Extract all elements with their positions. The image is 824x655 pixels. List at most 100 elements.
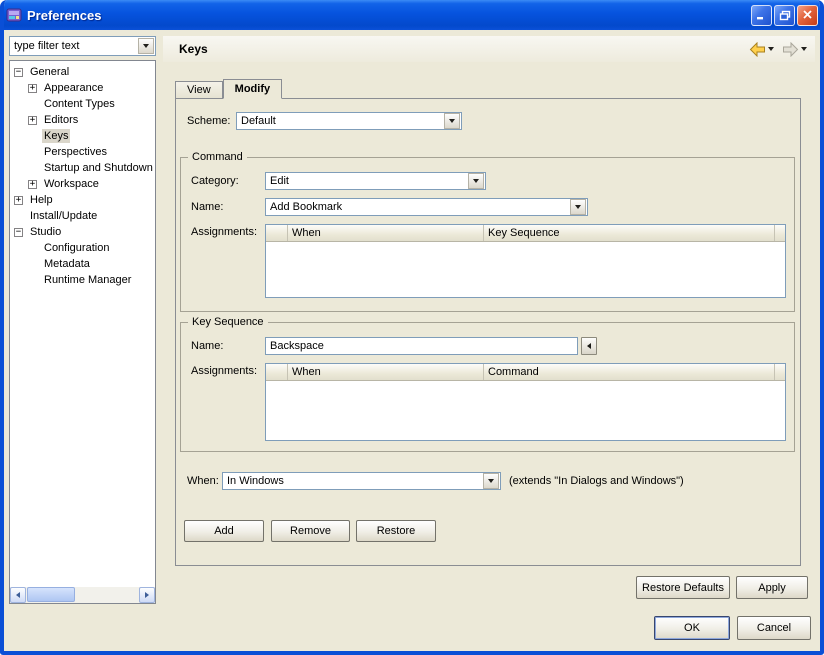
- tree-item-keys[interactable]: Keys: [10, 128, 155, 144]
- tree-item-label: Configuration: [42, 241, 111, 255]
- preferences-window-icon: [6, 7, 22, 23]
- collapse-icon[interactable]: −: [14, 68, 23, 77]
- command-name-combo-value: Add Bookmark: [266, 201, 569, 213]
- assignments-header-spacer: [266, 364, 288, 380]
- restore-button-action[interactable]: Restore: [356, 520, 436, 542]
- tree-item-label: Editors: [42, 113, 80, 127]
- restore-button[interactable]: [774, 5, 795, 26]
- restore-icon: [779, 10, 791, 21]
- key-sequence-assignments-header: When Command: [266, 364, 785, 381]
- main-panel: Keys V: [163, 36, 815, 604]
- titlebar[interactable]: Preferences: [0, 0, 824, 30]
- tree-item-startup-and-shutdown[interactable]: Startup and Shutdown: [10, 160, 155, 176]
- command-group: Command Category: Edit Name: Add Bookma: [180, 157, 795, 312]
- tree-item-label: Runtime Manager: [42, 273, 133, 287]
- expand-icon[interactable]: +: [28, 116, 37, 125]
- tree-item-appearance[interactable]: +Appearance: [10, 80, 155, 96]
- command-keysequence-column-header[interactable]: Key Sequence: [484, 225, 775, 241]
- key-sequence-command-column-header[interactable]: Command: [484, 364, 775, 380]
- tree-item-workspace[interactable]: + Workspace: [10, 176, 155, 192]
- tree-item-label: Perspectives: [42, 145, 109, 159]
- minimize-button[interactable]: [751, 5, 772, 26]
- scrollbar-thumb[interactable]: [27, 587, 75, 602]
- sidebar: type filter text −General+AppearanceCont…: [9, 36, 156, 604]
- tree-panel: −General+AppearanceContent Types + Editors…: [9, 60, 156, 604]
- filter-combo-arrow-icon[interactable]: [138, 38, 154, 54]
- tree-item-general[interactable]: −General: [10, 64, 155, 80]
- key-sequence-group-title: Key Sequence: [188, 316, 268, 328]
- category-combo-arrow-icon[interactable]: [468, 173, 484, 189]
- restore-defaults-button[interactable]: Restore Defaults: [636, 576, 730, 599]
- remove-button[interactable]: Remove: [271, 520, 350, 542]
- key-sequence-assignments-body[interactable]: [266, 381, 785, 440]
- panel-footer: Restore Defaults Apply: [163, 576, 815, 599]
- tree-item-label: Workspace: [42, 177, 101, 191]
- minimize-icon: [756, 10, 767, 20]
- command-assignments-label: Assignments:: [191, 224, 265, 238]
- tree-item-metadata[interactable]: Metadata: [10, 256, 155, 272]
- tree-item-install-update[interactable]: Install/Update: [10, 208, 155, 224]
- key-sequence-group: Key Sequence Name: Backspace Assignments…: [180, 322, 795, 452]
- command-name-combo[interactable]: Add Bookmark: [265, 198, 588, 216]
- command-when-column-header[interactable]: When: [288, 225, 484, 241]
- tree-item-content-types[interactable]: Content Types: [10, 96, 155, 112]
- tree-item-perspectives[interactable]: Perspectives: [10, 144, 155, 160]
- preferences-dialog: Preferences type filter text −General+A: [0, 0, 824, 655]
- key-capture-menu-button[interactable]: [581, 337, 597, 355]
- back-nav[interactable]: [749, 42, 774, 57]
- back-icon[interactable]: [749, 42, 766, 57]
- tab-view[interactable]: View: [175, 81, 223, 98]
- back-dropdown-icon[interactable]: [768, 47, 774, 51]
- scroll-left-icon[interactable]: [10, 587, 26, 603]
- command-assignments-table[interactable]: When Key Sequence: [265, 224, 786, 298]
- filter-text-combo[interactable]: type filter text: [9, 36, 156, 56]
- scrollbar-track[interactable]: [26, 587, 139, 603]
- assignments-header-filler: [775, 225, 785, 241]
- close-button[interactable]: [797, 5, 818, 26]
- tree-item-runtime-manager[interactable]: Runtime Manager: [10, 272, 155, 288]
- collapse-icon[interactable]: −: [14, 228, 23, 237]
- cancel-button[interactable]: Cancel: [737, 616, 811, 640]
- expand-icon[interactable]: +: [14, 196, 23, 205]
- filter-text-value[interactable]: type filter text: [10, 40, 137, 52]
- window-title: Preferences: [27, 8, 749, 23]
- expand-icon[interactable]: +: [28, 84, 37, 93]
- page-title: Keys: [179, 42, 741, 56]
- actions-row: Add Remove Restore: [184, 520, 800, 542]
- tree-item-label: Metadata: [42, 257, 92, 271]
- category-combo-value: Edit: [266, 175, 467, 187]
- command-name-label: Name:: [191, 201, 265, 213]
- tree-item-editors[interactable]: + Editors: [10, 112, 155, 128]
- scheme-label: Scheme:: [187, 115, 236, 127]
- scroll-right-icon[interactable]: [139, 587, 155, 603]
- key-sequence-name-label: Name:: [191, 340, 265, 352]
- scheme-combo-arrow-icon[interactable]: [444, 113, 460, 129]
- when-combo[interactable]: In Windows: [222, 472, 501, 490]
- category-combo[interactable]: Edit: [265, 172, 486, 190]
- preferences-tree[interactable]: −General+AppearanceContent Types + Editors…: [10, 61, 155, 587]
- tree-horizontal-scrollbar[interactable]: [10, 587, 155, 603]
- tree-item-configuration[interactable]: Configuration: [10, 240, 155, 256]
- tab-view-label: View: [187, 84, 211, 96]
- key-sequence-when-column-header[interactable]: When: [288, 364, 484, 380]
- tree-item-help[interactable]: +Help: [10, 192, 155, 208]
- scheme-combo[interactable]: Default: [236, 112, 462, 130]
- ok-button[interactable]: OK: [654, 616, 730, 640]
- forward-icon[interactable]: [782, 42, 799, 57]
- key-sequence-name-input[interactable]: Backspace: [265, 337, 578, 355]
- modify-tab-content: Scheme: Default Command Category: Edit: [175, 98, 801, 566]
- add-button[interactable]: Add: [184, 520, 264, 542]
- dialog-button-bar: OK Cancel: [4, 604, 820, 651]
- forward-dropdown-icon[interactable]: [801, 47, 807, 51]
- category-label: Category:: [191, 175, 265, 187]
- tab-modify[interactable]: Modify: [223, 79, 282, 99]
- command-assignments-body[interactable]: [266, 242, 785, 297]
- tree-item-studio[interactable]: −Studio: [10, 224, 155, 240]
- tab-modify-label: Modify: [235, 83, 270, 95]
- when-combo-arrow-icon[interactable]: [483, 473, 499, 489]
- expand-icon[interactable]: +: [28, 180, 37, 189]
- apply-button[interactable]: Apply: [736, 576, 808, 599]
- forward-nav[interactable]: [782, 42, 807, 57]
- command-name-combo-arrow-icon[interactable]: [570, 199, 586, 215]
- key-sequence-assignments-table[interactable]: When Command: [265, 363, 786, 441]
